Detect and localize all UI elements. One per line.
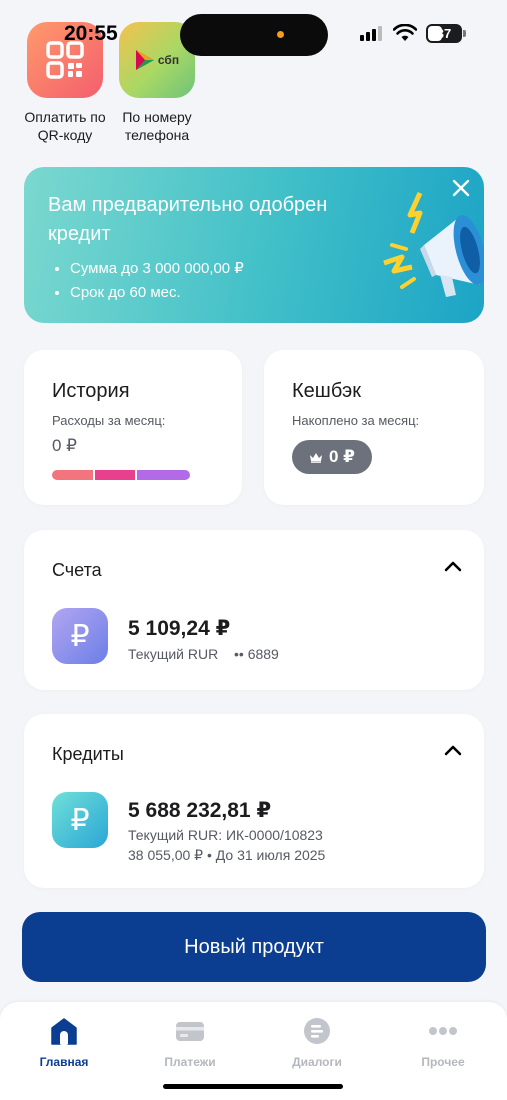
banner-bullet: Сумма до 3 000 000,00 ₽ <box>70 257 244 281</box>
ruble-icon: ₽ <box>52 792 108 848</box>
sbp-logo-text: сбп <box>157 53 180 67</box>
home-icon <box>51 1018 77 1045</box>
accounts-title: Счета <box>52 560 102 580</box>
cashback-card[interactable]: Кешбэк Накоплено за месяц: 0 ₽ <box>264 350 484 505</box>
banner-bullet: Срок до 60 мес. <box>70 281 244 305</box>
banner-bullets: Сумма до 3 000 000,00 ₽ Срок до 60 мес. <box>70 257 244 305</box>
history-amount: 0 ₽ <box>52 436 77 455</box>
account-amount: 5 109,24 ₽ <box>128 617 231 640</box>
cashback-pill: 0 ₽ <box>292 440 372 474</box>
home-indicator <box>163 1084 343 1089</box>
crown-icon <box>309 452 322 463</box>
banner-title: Вам предварительно одобрен кредит <box>48 194 328 245</box>
cellular-signal-icon <box>360 26 382 41</box>
accounts-card: Счета ₽ 5 109,24 ₽ Текущий RUR •• 6889 <box>24 530 484 690</box>
cashback-title: Кешбэк <box>292 380 362 402</box>
credits-card: Кредиты ₽ 5 688 232,81 ₽ Текущий RUR: ИК… <box>24 714 484 888</box>
credits-title: Кредиты <box>52 744 124 764</box>
close-icon[interactable] <box>450 177 472 199</box>
credit-payment-info: 38 055,00 ₽ • До 31 июля 2025 <box>128 847 326 863</box>
cashback-amount: 0 ₽ <box>328 447 355 466</box>
more-icon <box>429 1027 457 1035</box>
chevron-up-icon[interactable] <box>444 744 462 756</box>
status-time: 20:55 <box>64 22 118 45</box>
tab-more[interactable]: Прочее <box>393 1016 493 1069</box>
account-details: Текущий RUR •• 6889 <box>128 646 279 662</box>
credit-contract: Текущий RUR: ИК-0000/10823 <box>128 827 323 843</box>
battery-cap <box>463 30 466 37</box>
history-title: История <box>52 380 130 402</box>
card-icon <box>176 1022 204 1041</box>
history-subtitle: Расходы за месяц: <box>52 413 166 428</box>
qa-label-line2: телефона <box>124 127 190 143</box>
wifi-icon <box>393 24 417 41</box>
tab-home[interactable]: Главная <box>14 1016 114 1069</box>
credit-amount: 5 688 232,81 ₽ <box>128 799 272 822</box>
tab-label: Диалоги <box>292 1055 342 1069</box>
spending-progress-bar <box>52 470 190 480</box>
battery-level: 37 <box>436 26 452 41</box>
chevron-up-icon[interactable] <box>444 560 462 572</box>
recording-dot <box>277 31 284 38</box>
tab-payments[interactable]: Платежи <box>140 1016 240 1069</box>
cashback-subtitle: Накоплено за месяц: <box>292 413 420 428</box>
chat-icon <box>304 1018 330 1044</box>
tab-label: Прочее <box>421 1055 465 1069</box>
dynamic-island <box>180 14 328 56</box>
credit-offer-banner[interactable]: Вам предварительно одобрен кредит Сумма … <box>24 167 484 323</box>
battery-icon: 37 <box>426 24 462 43</box>
tab-dialogs[interactable]: Диалоги <box>267 1016 367 1069</box>
tab-label: Главная <box>39 1055 89 1069</box>
history-card[interactable]: История Расходы за месяц: 0 ₽ <box>24 350 242 505</box>
tab-label: Платежи <box>164 1055 216 1069</box>
account-mask: •• 6889 <box>234 646 279 662</box>
ruble-icon: ₽ <box>52 608 108 664</box>
qa-label-line1: По номеру <box>122 109 192 125</box>
new-product-button[interactable]: Новый продукт <box>22 912 486 982</box>
account-type: Текущий RUR <box>128 646 219 662</box>
